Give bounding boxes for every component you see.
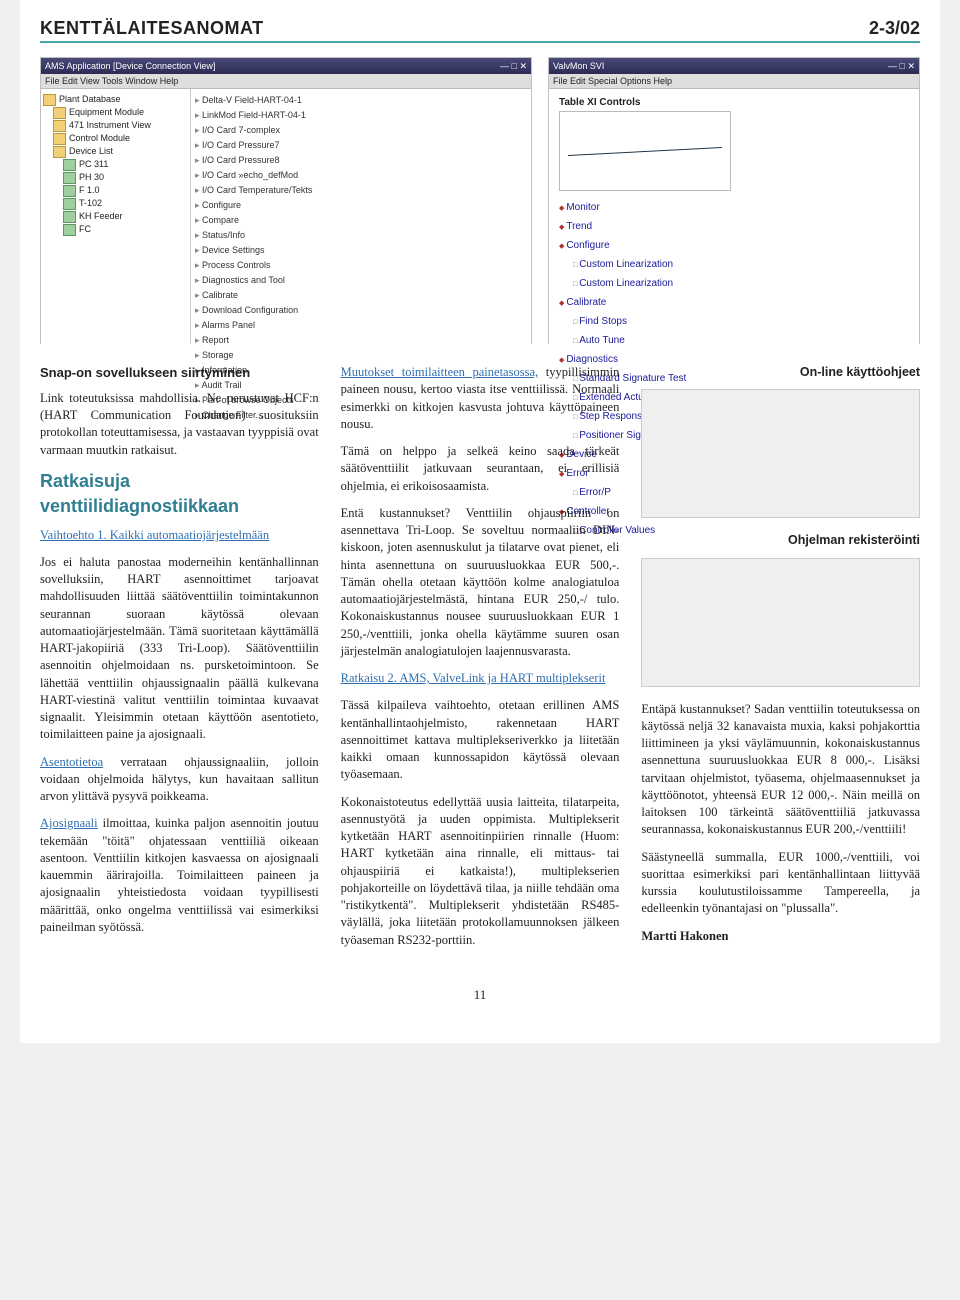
device-icon (63, 172, 76, 184)
signature-chart (559, 111, 731, 191)
solution2-link: Ratkaisu 2. AMS, ValveLink ja HART multi… (341, 671, 606, 685)
muutokset-link: Muutokset toimilaitteen painetasossa, (341, 365, 538, 379)
option1-link: Vaihtoehto 1. Kaikki automaatiojärjestel… (40, 528, 269, 542)
paragraph: Tämä on helppo ja selkeä keino saada tär… (341, 443, 620, 495)
paragraph: Entäpä kustannukset? Sadan venttiilin to… (641, 701, 920, 839)
ajosignaali-link: Ajosignaali (40, 816, 98, 830)
screenshot-valvmon: ValvMon SVI — □ ✕ File Edit Special Opti… (548, 57, 920, 344)
device-context-list: Delta-V Field-HART-04-1 LinkMod Field-HA… (191, 89, 531, 344)
paragraph: Entä kustannukset? Venttiilin ohjauspiir… (341, 505, 620, 660)
column-1: Snap-on sovellukseen siirtyminen Link to… (40, 364, 319, 959)
device-icon (63, 198, 76, 210)
column-2: Muutokset toimilaitteen painetasossa, ty… (341, 364, 620, 959)
article-columns: Snap-on sovellukseen siirtyminen Link to… (40, 364, 920, 959)
folder-icon (43, 94, 56, 106)
paragraph: Muutokset toimilaitteen painetasossa, ty… (341, 364, 620, 433)
issue-number: 2-3/02 (869, 18, 920, 39)
subheading-snap: Snap-on sovellukseen siirtyminen (40, 364, 319, 382)
menu-list: Monitor Trend Configure (559, 199, 909, 256)
publication-title: KENTTÄLAITESANOMAT (40, 18, 264, 39)
paragraph: Tässä kilpaileva vaihtoehto, otetaan eri… (341, 697, 620, 783)
folder-icon (53, 146, 66, 158)
paragraph: Asentotietoa verrataan ohjaussignaaliin,… (40, 754, 319, 806)
paragraph: Säästyneellä summalla, EUR 1000,-/ventti… (641, 849, 920, 918)
side-figure-2 (641, 558, 920, 687)
side-heading-online: On-line käyttöohjeet (641, 364, 920, 381)
asentotieto-link: Asentotietoa (40, 755, 103, 769)
window-title: ValvMon SVI (553, 58, 604, 74)
folder-icon (53, 133, 66, 145)
side-figure-1 (641, 389, 920, 518)
device-icon (63, 211, 76, 223)
paragraph: Kokonaistoteutus edellyttää uusia laitte… (341, 794, 620, 949)
window-title: AMS Application [Device Connection View] (45, 58, 215, 74)
window-controls: — □ ✕ (500, 58, 527, 74)
device-tree: Plant Database Equipment Module 471 Inst… (41, 89, 191, 344)
page-number: 11 (40, 987, 920, 1003)
screenshot-ams: AMS Application [Device Connection View]… (40, 57, 532, 344)
paragraph: Ajosignaali ilmoittaa, kuinka paljon ase… (40, 815, 319, 936)
device-icon (63, 224, 76, 236)
screenshot-row: AMS Application [Device Connection View]… (40, 57, 920, 344)
paragraph: Jos ei haluta panostaa moderneihin kentä… (40, 554, 319, 744)
paragraph: Link toteutuksissa mahdollisia. Ne perus… (40, 390, 319, 459)
window-controls: — □ ✕ (888, 58, 915, 74)
heading-solutions: Ratkaisuja venttiilidiagnostiikkaan (40, 469, 319, 519)
side-heading-register: Ohjelman rekisteröinti (641, 532, 920, 549)
menubar: File Edit View Tools Window Help (41, 74, 531, 89)
column-3: On-line käyttöohjeet Ohjelman rekisteröi… (641, 364, 920, 959)
device-icon (63, 185, 76, 197)
page-header: KENTTÄLAITESANOMAT 2-3/02 (40, 18, 920, 43)
folder-icon (53, 107, 66, 119)
author-name: Martti Hakonen (641, 928, 920, 945)
folder-icon (53, 120, 66, 132)
menubar: File Edit Special Options Help (549, 74, 919, 89)
tab-head: Table XI Controls (559, 95, 909, 111)
device-icon (63, 159, 76, 171)
